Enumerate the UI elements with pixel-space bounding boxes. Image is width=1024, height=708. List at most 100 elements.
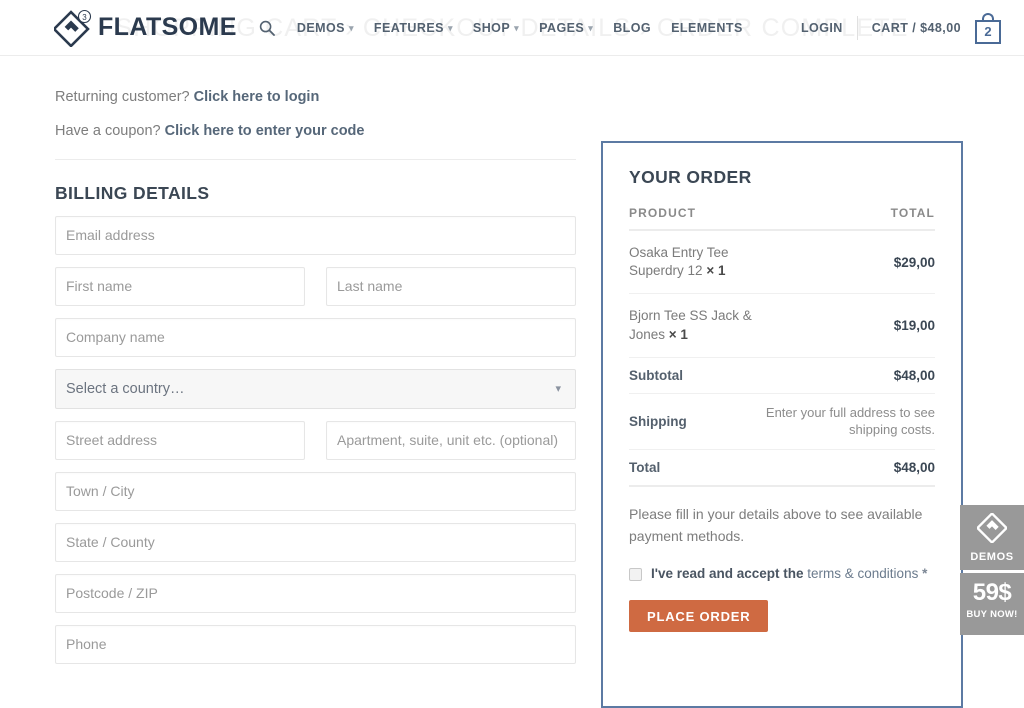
company-row: Company name (55, 317, 576, 357)
nav-item-demos[interactable]: DEMOS ▾ (287, 0, 364, 55)
buy-now-label: BUY NOW! (966, 609, 1018, 620)
state-row: State / County (55, 522, 576, 562)
returning-customer-text: Returning customer? (55, 89, 194, 105)
nav-item-shop[interactable]: SHOP ▾ (463, 0, 529, 55)
cart-item-count: 2 (984, 24, 992, 39)
shopping-bag-icon: 2 (974, 12, 1002, 44)
street-address-field[interactable]: Street address (55, 420, 305, 460)
place-order-button[interactable]: PLACE ORDER (629, 600, 769, 633)
order-summary-panel: YOUR ORDER PRODUCT TOTAL Osaka Entry Tee… (601, 141, 963, 708)
demos-widget[interactable]: DEMOS (960, 505, 1024, 570)
chevron-down-icon: ▾ (447, 23, 453, 33)
nav-item-label: FEATURES (373, 20, 444, 35)
last-name-field[interactable]: Last name (326, 266, 576, 306)
header-actions: LOGIN CART / $48,00 2 (801, 0, 1002, 55)
product-cell: Bjorn Tee SS Jack & Jones × 1 (629, 293, 765, 358)
state-field[interactable]: State / County (55, 522, 576, 562)
chevron-down-icon: ▾ (588, 23, 594, 33)
buy-now-price: 59$ (972, 579, 1012, 606)
nav-item-pages[interactable]: PAGES ▾ (529, 0, 603, 55)
terms-label: I've read and accept the terms & conditi… (651, 566, 927, 581)
terms-conditions-link[interactable]: terms & conditions (807, 566, 918, 581)
product-quantity: × 1 (706, 263, 726, 279)
main-navigation: DEMOS ▾ FEATURES ▾ SHOP ▾ PAGES ▾ BLOG E… (253, 0, 753, 55)
flatsome-diamond-logo-icon: 3 (52, 9, 92, 48)
column-header-total: TOTAL (764, 206, 935, 231)
total-label: Total (629, 449, 765, 487)
nav-item-label: ELEMENTS (671, 20, 743, 35)
shipping-row: Shipping Enter your full address to see … (629, 393, 935, 450)
buy-now-widget[interactable]: 59$ BUY NOW! (960, 573, 1024, 635)
nav-item-features[interactable]: FEATURES ▾ (364, 0, 463, 55)
product-quantity: × 1 (668, 326, 688, 342)
chevron-down-icon: ▾ (555, 383, 561, 395)
order-table-header: PRODUCT TOTAL (629, 206, 935, 231)
name-row: First name Last name (55, 266, 576, 306)
coupon-row: Have a coupon? Click here to enter your … (55, 121, 576, 143)
shipping-note: Enter your full address to see shipping … (764, 393, 935, 450)
total-value: $48,00 (764, 449, 935, 487)
country-row: Select a country… ▾ (55, 368, 576, 409)
login-here-link[interactable]: Click here to login (194, 89, 320, 105)
coupon-text: Have a coupon? (55, 122, 165, 139)
checkout-page: Returning customer? Click here to login … (0, 56, 1024, 708)
address-row: Street address Apartment, suite, unit et… (55, 420, 576, 460)
chevron-down-icon: ▾ (514, 23, 520, 33)
divider (55, 158, 576, 160)
payment-methods-note: Please fill in your details above to see… (629, 505, 923, 544)
product-total: $29,00 (764, 230, 935, 295)
billing-column: Returning customer? Click here to login … (55, 56, 576, 664)
cart-link[interactable]: CART / $48,00 2 (858, 12, 1002, 44)
logo-wordmark: FLATSOME (98, 13, 237, 41)
apartment-field[interactable]: Apartment, suite, unit etc. (optional) (326, 420, 576, 460)
site-header: 3 FLATSOME DEMOS ▾ FEATURES ▾ SHOP ▾ PAG… (0, 0, 1024, 56)
country-select[interactable]: Select a country… ▾ (55, 368, 576, 409)
postcode-field[interactable]: Postcode / ZIP (55, 573, 576, 613)
nav-item-blog[interactable]: BLOG (603, 0, 661, 55)
product-total: $19,00 (764, 293, 935, 358)
floating-side-widgets: DEMOS 59$ BUY NOW! (960, 505, 1024, 635)
email-field[interactable]: Email address (55, 215, 576, 255)
phone-field[interactable]: Phone (55, 624, 576, 664)
first-name-field[interactable]: First name (55, 266, 305, 306)
country-select-value: Select a country… (66, 380, 185, 397)
product-name: Osaka Entry Tee Superdry 12 × 1 (629, 244, 765, 280)
terms-checkbox[interactable] (629, 568, 642, 582)
terms-required-marker: * (918, 566, 928, 582)
coupon-code-link[interactable]: Click here to enter your code (165, 123, 365, 139)
column-header-product: PRODUCT (629, 206, 765, 231)
chevron-down-icon: ▾ (348, 23, 354, 33)
city-row: Town / City (55, 471, 576, 511)
nav-item-label: SHOP (472, 20, 511, 35)
terms-acceptance-row: I've read and accept the terms & conditi… (629, 566, 935, 582)
product-name-text: Bjorn Tee SS Jack & Jones (629, 308, 752, 342)
search-icon[interactable] (253, 20, 287, 36)
table-row: Osaka Entry Tee Superdry 12 × 1 $29,00 (629, 230, 935, 295)
phone-row: Phone (55, 624, 576, 664)
nav-item-elements[interactable]: ELEMENTS (661, 0, 753, 55)
returning-customer-row: Returning customer? Click here to login (55, 87, 576, 109)
subtotal-row: Subtotal $48,00 (629, 357, 935, 394)
demos-widget-label: DEMOS (970, 551, 1014, 563)
shipping-label: Shipping (629, 393, 765, 450)
flatsome-diamond-logo-icon (975, 511, 1009, 547)
nav-item-label: BLOG (613, 20, 652, 35)
email-row: Email address (55, 215, 576, 255)
site-logo[interactable]: 3 FLATSOME (52, 6, 237, 50)
logo-badge-number: 3 (82, 13, 87, 22)
nav-item-label: DEMOS (296, 20, 345, 35)
order-summary-table: PRODUCT TOTAL Osaka Entry Tee Superdry 1… (629, 206, 935, 487)
postcode-row: Postcode / ZIP (55, 573, 576, 613)
company-name-field[interactable]: Company name (55, 317, 576, 357)
order-summary-title: YOUR ORDER (629, 167, 752, 187)
subtotal-value: $48,00 (764, 357, 935, 394)
table-row: Bjorn Tee SS Jack & Jones × 1 $19,00 (629, 293, 935, 358)
terms-prefix-text: I've read and accept the (651, 566, 808, 582)
subtotal-label: Subtotal (629, 357, 765, 394)
billing-details-title: BILLING DETAILS (55, 182, 210, 203)
city-field[interactable]: Town / City (55, 471, 576, 511)
total-row: Total $48,00 (629, 449, 935, 487)
login-link[interactable]: LOGIN (801, 21, 857, 35)
cart-total-label: CART / $48,00 (871, 20, 961, 35)
nav-item-label: PAGES (539, 20, 585, 35)
